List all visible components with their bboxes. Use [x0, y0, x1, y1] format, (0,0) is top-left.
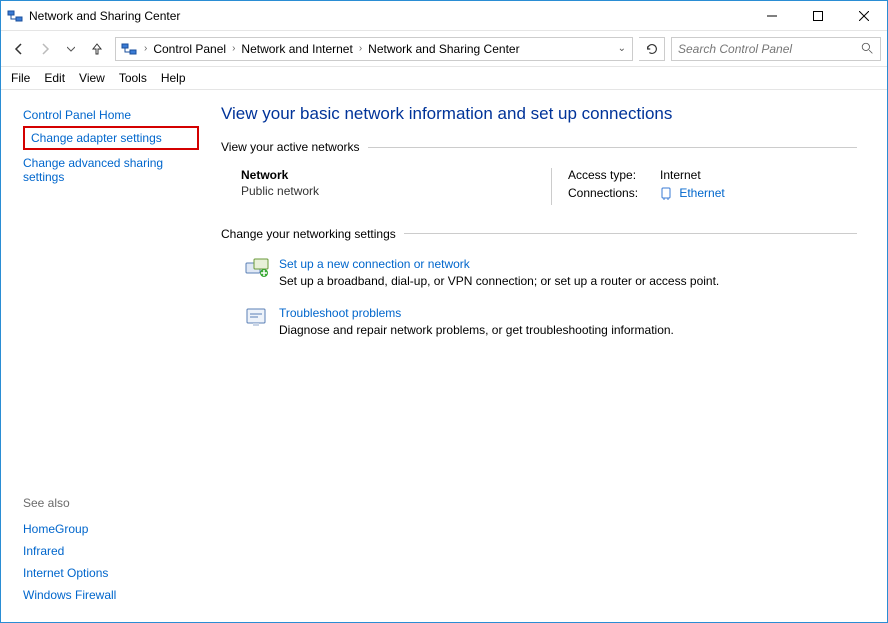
menu-edit[interactable]: Edit: [44, 71, 65, 85]
see-also-section: See also HomeGroup Infrared Internet Opt…: [23, 496, 199, 612]
forward-button[interactable]: [33, 37, 57, 61]
divider: [404, 233, 857, 234]
back-button[interactable]: [7, 37, 31, 61]
troubleshoot-desc: Diagnose and repair network problems, or…: [279, 323, 674, 337]
app-icon: [1, 8, 29, 24]
window-controls: [749, 1, 887, 30]
breadcrumb-item[interactable]: Control Panel: [151, 42, 228, 56]
menu-bar: File Edit View Tools Help: [1, 67, 887, 90]
see-also-infrared[interactable]: Infrared: [23, 540, 199, 562]
network-type: Public network: [241, 184, 551, 198]
sidebar-link-home[interactable]: Control Panel Home: [23, 104, 199, 126]
chevron-right-icon: ›: [140, 43, 151, 54]
active-networks-label: View your active networks: [221, 140, 360, 154]
connection-link-ethernet[interactable]: Ethernet: [679, 186, 724, 200]
chevron-right-icon: ›: [355, 43, 366, 54]
sidebar-link-adapter-settings[interactable]: Change adapter settings: [31, 131, 191, 145]
menu-file[interactable]: File: [11, 71, 30, 85]
network-details: Access type: Internet Connections: Ether…: [552, 168, 725, 205]
up-button[interactable]: [85, 37, 109, 61]
menu-help[interactable]: Help: [161, 71, 186, 85]
ethernet-icon: [660, 187, 672, 201]
page-heading: View your basic network information and …: [221, 104, 857, 124]
chevron-right-icon: ›: [228, 43, 239, 54]
breadcrumb-item[interactable]: Network and Internet: [239, 42, 354, 56]
window-root: Network and Sharing Center: [0, 0, 888, 623]
change-settings-header: Change your networking settings: [221, 227, 857, 241]
see-also-homegroup[interactable]: HomeGroup: [23, 518, 199, 540]
menu-view[interactable]: View: [79, 71, 105, 85]
troubleshoot-icon: [241, 306, 273, 334]
change-settings-label: Change your networking settings: [221, 227, 396, 241]
setup-connection-icon: [241, 257, 273, 285]
settings-list: Set up a new connection or network Set u…: [221, 249, 857, 337]
close-button[interactable]: [841, 1, 887, 30]
network-identity: Network Public network: [241, 168, 551, 205]
see-also-internet-options[interactable]: Internet Options: [23, 562, 199, 584]
network-name: Network: [241, 168, 551, 182]
active-network-row: Network Public network Access type: Inte…: [221, 162, 857, 227]
search-placeholder: Search Control Panel: [678, 42, 792, 56]
connections-label: Connections:: [568, 186, 660, 200]
troubleshoot-item: Troubleshoot problems Diagnose and repai…: [241, 306, 857, 337]
titlebar: Network and Sharing Center: [1, 1, 887, 31]
setup-connection-item: Set up a new connection or network Set u…: [241, 257, 857, 288]
breadcrumb-dropdown-icon[interactable]: ⌄: [612, 43, 632, 54]
window-title: Network and Sharing Center: [29, 9, 180, 23]
breadcrumb[interactable]: › Control Panel › Network and Internet ›…: [115, 37, 633, 61]
breadcrumb-item[interactable]: Network and Sharing Center: [366, 42, 521, 56]
refresh-button[interactable]: [639, 37, 665, 61]
recent-dropdown-icon[interactable]: [59, 37, 83, 61]
menu-tools[interactable]: Tools: [119, 71, 147, 85]
navigation-bar: › Control Panel › Network and Internet ›…: [1, 31, 887, 67]
minimize-button[interactable]: [749, 1, 795, 30]
breadcrumb-icon: [120, 40, 138, 58]
maximize-button[interactable]: [795, 1, 841, 30]
see-also-firewall[interactable]: Windows Firewall: [23, 584, 199, 606]
troubleshoot-link[interactable]: Troubleshoot problems: [279, 306, 401, 320]
setup-connection-desc: Set up a broadband, dial-up, or VPN conn…: [279, 274, 719, 288]
access-type-label: Access type:: [568, 168, 660, 182]
main-panel: View your basic network information and …: [211, 90, 887, 622]
highlight-box: Change adapter settings: [23, 126, 199, 150]
setup-connection-link[interactable]: Set up a new connection or network: [279, 257, 470, 271]
sidebar-link-advanced-sharing[interactable]: Change advanced sharing settings: [23, 152, 199, 188]
sidebar: Control Panel Home Change adapter settin…: [1, 90, 211, 622]
content-body: Control Panel Home Change adapter settin…: [1, 90, 887, 622]
see-also-title: See also: [23, 496, 199, 510]
active-networks-header: View your active networks: [221, 140, 857, 154]
search-icon: [861, 42, 874, 55]
access-type-value: Internet: [660, 168, 701, 182]
divider: [368, 147, 857, 148]
search-input[interactable]: Search Control Panel: [671, 37, 881, 61]
